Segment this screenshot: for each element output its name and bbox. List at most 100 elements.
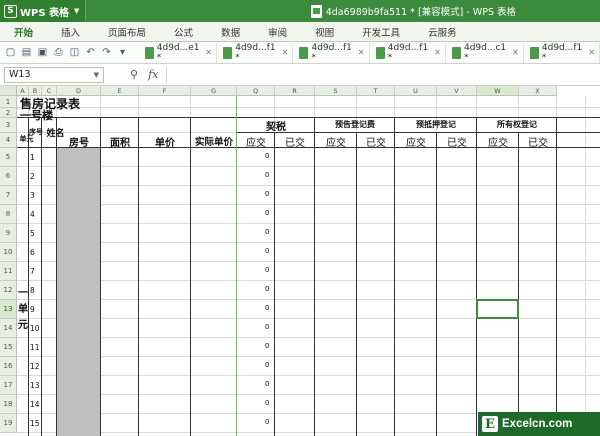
document-tab-label: 4d9d...f1 * — [235, 42, 276, 63]
document-tab-5[interactable]: 4d9d...f1 * ✕ — [526, 42, 600, 63]
deed-tax-value: 0 — [265, 342, 270, 350]
row-header[interactable]: 12 — [0, 281, 17, 300]
zoom-icon[interactable]: ⚲ — [130, 68, 138, 81]
row-header[interactable]: 13 — [0, 300, 17, 319]
close-icon[interactable]: ✕ — [282, 48, 289, 57]
document-tab-1[interactable]: 4d9d...f1 * ✕ — [219, 42, 294, 63]
row-header[interactable]: 9 — [0, 224, 17, 243]
spreadsheet-file-icon — [375, 46, 385, 59]
deed-tax-value: 0 — [265, 209, 270, 217]
deed-tax-value: 0 — [265, 380, 270, 388]
spreadsheet-file-icon — [299, 46, 309, 59]
column-header[interactable]: G — [191, 86, 237, 96]
header-pre-reg: 预告登记费 — [335, 120, 375, 129]
chevron-down-icon: ▼ — [93, 70, 99, 79]
seq-number: 7 — [30, 267, 35, 276]
row-header[interactable]: 15 — [0, 338, 17, 357]
close-icon[interactable]: ✕ — [358, 48, 365, 57]
column-header[interactable]: U — [395, 86, 437, 96]
close-icon[interactable]: ✕ — [588, 48, 595, 57]
grid-line — [17, 204, 600, 205]
column-header[interactable]: W — [477, 86, 519, 96]
fx-icon[interactable]: fx — [148, 68, 158, 81]
column-header[interactable]: T — [357, 86, 395, 96]
row-header[interactable]: 4 — [0, 133, 17, 148]
table-border — [518, 133, 519, 436]
grid-line — [17, 185, 600, 186]
close-icon[interactable]: ✕ — [434, 48, 441, 57]
row-header[interactable]: 1 — [0, 96, 17, 108]
row-header[interactable]: 10 — [0, 243, 17, 262]
name-box[interactable]: W13 ▼ — [4, 66, 104, 83]
header-price: 单价 — [155, 138, 175, 149]
tab-6[interactable]: 视图 — [301, 22, 348, 42]
row-header[interactable]: 6 — [0, 167, 17, 186]
quick-access-bar: ▢ ▤ ▣ ⎙ ◫ ↶ ↷ ▾ 4d9d...e1 * ✕ 4d9d...f1 * ✕… — [0, 42, 600, 64]
header-should: 应交 — [406, 138, 426, 149]
column-header[interactable]: S — [315, 86, 357, 96]
row-header[interactable]: 17 — [0, 376, 17, 395]
tab-3[interactable]: 公式 — [160, 22, 207, 42]
undo-icon[interactable]: ↶ — [84, 46, 97, 59]
seq-number: 8 — [30, 286, 35, 295]
selected-cell[interactable] — [476, 299, 519, 319]
column-header[interactable]: Q — [237, 86, 275, 96]
formula-bar: W13 ▼ ⚲ fx — [0, 64, 600, 86]
seq-number: 11 — [30, 343, 40, 352]
seq-number: 12 — [30, 362, 40, 371]
tab-7[interactable]: 开发工具 — [348, 22, 414, 42]
redo-icon[interactable]: ↷ — [100, 46, 113, 59]
print-preview-icon[interactable]: ◫ — [68, 46, 81, 59]
deed-tax-value: 0 — [265, 190, 270, 198]
row-header[interactable]: 2 — [0, 108, 17, 118]
tab-4[interactable]: 数据 — [207, 22, 254, 42]
table-border — [556, 118, 557, 436]
deed-tax-value: 0 — [265, 152, 270, 160]
open-folder-icon[interactable]: ▤ — [20, 46, 33, 59]
header-paid: 已交 — [447, 138, 467, 149]
document-tab-label: 4d9d...f1 * — [387, 42, 429, 63]
chevron-down-icon[interactable]: ▾ — [116, 46, 129, 59]
close-icon[interactable]: ✕ — [205, 48, 212, 57]
row-header[interactable]: 18 — [0, 395, 17, 414]
select-all-corner[interactable] — [0, 86, 17, 96]
cell-area[interactable]: 售房记录表 一号楼 单元 序号 姓名 房号 面积 单价 实际单价 契税 预告登记费 预抵押登记 所有权登… — [17, 96, 600, 436]
spreadsheet-grid[interactable]: ABCDEFGQRSTUVWX 1 2 3 4 5 6 7 8 9 10 11 12 13 14 15 16 1… — [0, 86, 600, 436]
row-header[interactable]: 19 — [0, 414, 17, 433]
new-file-icon[interactable]: ▢ — [4, 46, 17, 59]
tab-2[interactable]: 页面布局 — [94, 22, 160, 42]
document-tab-label: 4d9d...c1 * — [463, 42, 507, 63]
document-tab-0[interactable]: 4d9d...e1 * ✕ — [141, 42, 218, 63]
header-paid: 已交 — [528, 138, 548, 149]
column-header[interactable]: F — [139, 86, 191, 96]
row-header[interactable]: 3 — [0, 118, 17, 133]
tab-0[interactable]: 开始 — [0, 22, 47, 42]
spreadsheet-file-icon — [451, 46, 461, 59]
row-header[interactable]: 7 — [0, 186, 17, 205]
row-header[interactable]: 14 — [0, 319, 17, 338]
close-icon[interactable]: ✕ — [512, 48, 519, 57]
document-tab-2[interactable]: 4d9d...f1 * ✕ — [295, 42, 370, 63]
seq-number: 9 — [30, 305, 35, 314]
column-header[interactable]: V — [437, 86, 477, 96]
table-border — [56, 118, 57, 436]
header-deed-tax: 契税 — [266, 122, 286, 133]
row-header[interactable]: 5 — [0, 148, 17, 167]
row-header[interactable]: 16 — [0, 357, 17, 376]
row-header[interactable]: 8 — [0, 205, 17, 224]
print-icon[interactable]: ⎙ — [52, 46, 65, 59]
document-tab-3[interactable]: 4d9d...f1 * ✕ — [372, 42, 446, 63]
tab-1[interactable]: 插入 — [47, 22, 94, 42]
tab-8[interactable]: 云服务 — [414, 22, 471, 42]
column-header[interactable]: R — [275, 86, 315, 96]
row-header[interactable]: 11 — [0, 262, 17, 281]
column-header[interactable]: X — [519, 86, 557, 96]
table-border — [476, 118, 477, 436]
column-header[interactable]: E — [101, 86, 139, 96]
tab-5[interactable]: 审阅 — [254, 22, 301, 42]
document-tab-4[interactable]: 4d9d...c1 * ✕ — [448, 42, 524, 63]
formula-input[interactable] — [166, 66, 596, 83]
grid-line — [17, 394, 600, 395]
grid-line — [17, 280, 600, 281]
save-icon[interactable]: ▣ — [36, 46, 49, 59]
